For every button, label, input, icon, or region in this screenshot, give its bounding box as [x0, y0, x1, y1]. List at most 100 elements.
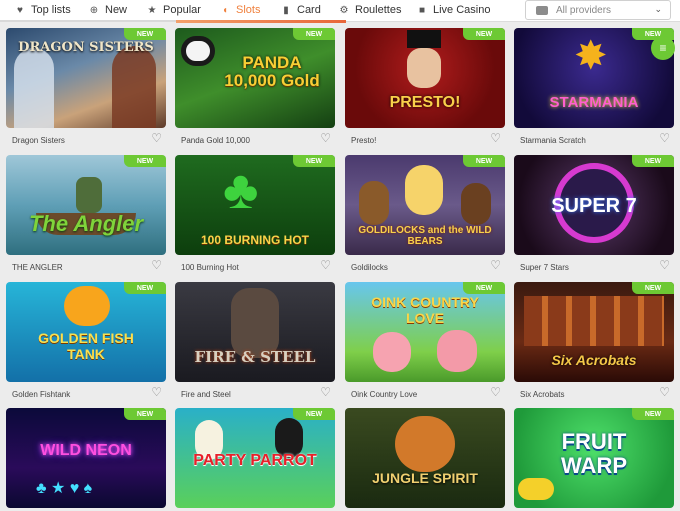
favorite-heart-icon[interactable]: ♡: [151, 386, 162, 398]
tab-slots[interactable]: ◖ Slots: [219, 0, 261, 20]
game-thumbnail[interactable]: PRESTO! NEW: [345, 28, 505, 128]
new-badge: NEW: [124, 282, 166, 294]
tab-top-lists[interactable]: ♥ Top lists: [14, 0, 71, 20]
game-logo: OINK COUNTRY LOVE: [371, 294, 479, 326]
plus-circle-icon: ⊕: [89, 4, 99, 16]
game-title: Starmania Scratch: [520, 136, 586, 145]
game-card-starmania[interactable]: ✸ STARMANIA NEW Starmania Scratch ♡: [514, 28, 674, 152]
game-thumbnail[interactable]: PANDA 10,000 Gold NEW: [175, 28, 335, 128]
game-thumbnail[interactable]: FRUIT WARP NEW: [514, 408, 674, 508]
tab-roulettes[interactable]: ⚙ Roulettes: [338, 0, 402, 20]
game-logo: JUNGLE SPIRIT: [372, 470, 478, 486]
game-logo: FRUIT WARP: [561, 429, 627, 478]
game-title: Six Acrobats: [520, 390, 565, 399]
game-card-fruit-warp[interactable]: FRUIT WARP NEW: [514, 408, 674, 511]
providers-dropdown[interactable]: All providers ⌄: [525, 0, 671, 20]
game-title: Fire and Steel: [181, 390, 231, 399]
game-logo: SUPER 7: [551, 195, 637, 217]
favorite-heart-icon[interactable]: ♡: [320, 259, 331, 271]
chevron-down-icon: ⌄: [654, 4, 662, 14]
game-logo: 100 BURNING HOT: [200, 233, 310, 247]
favorite-heart-icon[interactable]: ♡: [659, 386, 670, 398]
game-title: 100 Burning Hot: [181, 263, 239, 272]
game-thumbnail[interactable]: The Angler NEW: [6, 155, 166, 255]
game-thumbnail[interactable]: WILD NEON ♣ ★ ♥ ♠ NEW: [6, 408, 166, 508]
favorite-heart-icon[interactable]: ♡: [320, 132, 331, 144]
new-badge: NEW: [293, 28, 335, 40]
game-thumbnail[interactable]: PARTY PARROT NEW: [175, 408, 335, 508]
new-badge: NEW: [632, 408, 674, 420]
game-card-jungle-spirit[interactable]: JUNGLE SPIRIT: [345, 408, 505, 511]
chat-menu-icon[interactable]: ≡: [651, 36, 675, 60]
game-card-fire-and-steel[interactable]: FIRE & STEEL Fire and Steel ♡: [175, 282, 335, 406]
game-thumbnail[interactable]: ✸ STARMANIA NEW: [514, 28, 674, 128]
favorite-heart-icon[interactable]: ♡: [151, 259, 162, 271]
game-card-six-acrobats[interactable]: Six Acrobats NEW Six Acrobats ♡: [514, 282, 674, 406]
new-badge: NEW: [463, 282, 505, 294]
live-dealer-icon: ■: [418, 4, 426, 16]
game-card-golden-fishtank[interactable]: GOLDEN FISH TANK NEW Golden Fishtank ♡: [6, 282, 166, 406]
new-badge: NEW: [632, 282, 674, 294]
game-title: Golden Fishtank: [12, 390, 71, 399]
new-badge: NEW: [293, 408, 335, 420]
new-badge: NEW: [463, 28, 505, 40]
heart-icon: ♥: [17, 4, 23, 16]
game-card-dragon-sisters[interactable]: DRAGON SISTERS NEW Dragon Sisters ♡: [6, 28, 166, 152]
favorite-heart-icon[interactable]: ♡: [490, 132, 501, 144]
game-title: Goldilocks: [351, 263, 388, 272]
game-thumbnail[interactable]: JUNGLE SPIRIT: [345, 408, 505, 508]
new-badge: NEW: [124, 408, 166, 420]
game-logo: The Angler: [28, 211, 144, 236]
game-logo: FIRE & STEEL: [194, 348, 316, 366]
favorite-heart-icon[interactable]: ♡: [151, 132, 162, 144]
game-logo: WILD NEON: [40, 442, 132, 459]
nav-divider: [0, 20, 176, 22]
game-card-100-burning-hot[interactable]: ♣ 100 BURNING HOT NEW 100 Burning Hot ♡: [175, 155, 335, 279]
game-card-presto[interactable]: PRESTO! NEW Presto! ♡: [345, 28, 505, 152]
game-card-goldilocks[interactable]: GOLDILOCKS and the WILD BEARS NEW Goldil…: [345, 155, 505, 279]
game-thumbnail[interactable]: GOLDILOCKS and the WILD BEARS NEW: [345, 155, 505, 255]
game-card-super-7-stars[interactable]: SUPER 7 NEW Super 7 Stars ♡: [514, 155, 674, 279]
new-badge: NEW: [124, 28, 166, 40]
game-title: Panda Gold 10,000: [181, 136, 250, 145]
game-logo: PRESTO!: [389, 94, 461, 111]
game-logo: DRAGON SISTERS: [18, 40, 154, 55]
favorite-heart-icon[interactable]: ♡: [659, 132, 670, 144]
game-logo: PANDA 10,000 Gold: [224, 53, 320, 90]
game-logo: PARTY PARROT: [193, 452, 317, 469]
game-thumbnail[interactable]: GOLDEN FISH TANK NEW: [6, 282, 166, 382]
game-thumbnail[interactable]: Six Acrobats NEW: [514, 282, 674, 382]
tab-popular[interactable]: ★ Popular: [146, 0, 201, 20]
active-tab-indicator: [176, 20, 346, 23]
tab-live-casino[interactable]: ■ Live Casino: [416, 0, 491, 20]
new-badge: NEW: [632, 155, 674, 167]
star-icon: ★: [147, 4, 157, 16]
game-card-wild-neon[interactable]: WILD NEON ♣ ★ ♥ ♠ NEW: [6, 408, 166, 511]
game-title: THE ANGLER: [12, 263, 63, 272]
favorite-heart-icon[interactable]: ♡: [490, 259, 501, 271]
game-card-panda-gold[interactable]: PANDA 10,000 Gold NEW Panda Gold 10,000 …: [175, 28, 335, 152]
new-badge: NEW: [124, 155, 166, 167]
game-logo: GOLDILOCKS and the WILD BEARS: [358, 225, 492, 247]
game-thumbnail[interactable]: FIRE & STEEL: [175, 282, 335, 382]
new-badge: NEW: [463, 155, 505, 167]
game-thumbnail[interactable]: ♣ 100 BURNING HOT NEW: [175, 155, 335, 255]
category-nav: ♥ Top lists ⊕ New ★ Popular ◖ Slots ▮ Card ⚙ R…: [0, 0, 680, 23]
game-thumbnail[interactable]: OINK COUNTRY LOVE NEW: [345, 282, 505, 382]
favorite-heart-icon[interactable]: ♡: [490, 386, 501, 398]
tab-new[interactable]: ⊕ New: [88, 0, 127, 20]
tab-card[interactable]: ▮ Card: [280, 0, 321, 20]
game-title: Oink Country Love: [351, 390, 418, 399]
game-title: Dragon Sisters: [12, 136, 65, 145]
game-thumbnail[interactable]: SUPER 7 NEW: [514, 155, 674, 255]
game-card-oink-country-love[interactable]: OINK COUNTRY LOVE NEW Oink Country Love …: [345, 282, 505, 406]
gamepad-icon: [536, 5, 548, 15]
game-thumbnail[interactable]: DRAGON SISTERS NEW: [6, 28, 166, 128]
game-logo: Six Acrobats: [551, 352, 637, 368]
favorite-heart-icon[interactable]: ♡: [320, 386, 331, 398]
favorite-heart-icon[interactable]: ♡: [659, 259, 670, 271]
game-card-party-parrot[interactable]: PARTY PARROT NEW: [175, 408, 335, 511]
roulette-icon: ⚙: [339, 4, 349, 16]
game-title: Presto!: [351, 136, 377, 145]
game-card-the-angler[interactable]: The Angler NEW THE ANGLER ♡: [6, 155, 166, 279]
